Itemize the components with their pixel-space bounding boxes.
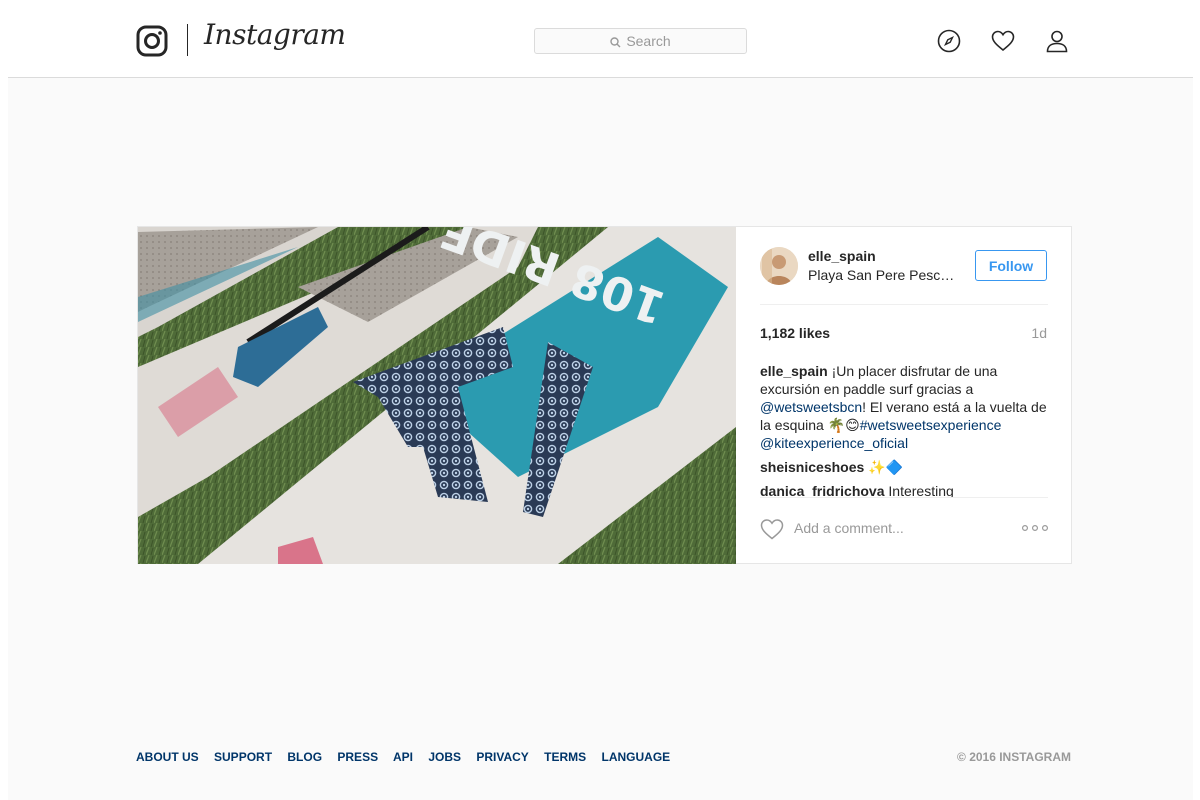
- divider: [760, 304, 1048, 305]
- search-placeholder: Search: [626, 33, 671, 49]
- footer-link-privacy[interactable]: PRIVACY: [476, 750, 528, 764]
- footer-link-blog[interactable]: BLOG: [287, 750, 322, 764]
- copyright: © 2016 INSTAGRAM: [957, 750, 1071, 764]
- footer-link-press[interactable]: PRESS: [337, 750, 378, 764]
- post-username[interactable]: elle_spain: [808, 248, 876, 264]
- like-heart-icon[interactable]: [760, 518, 784, 540]
- user-avatar-image: [760, 247, 798, 285]
- comment-item: danica_fridrichova Interesting: [760, 482, 1050, 497]
- search-icon: [610, 37, 621, 48]
- footer-link-language[interactable]: LANGUAGE: [602, 750, 671, 764]
- instagram-camera-icon[interactable]: [136, 25, 168, 57]
- caption-mention-2[interactable]: @kiteexperience_oficial: [760, 435, 908, 451]
- caption-username[interactable]: elle_spain: [760, 363, 828, 379]
- footer-nav: ABOUT US SUPPORT BLOG PRESS API JOBS PRI…: [136, 750, 682, 764]
- likes-count[interactable]: 1,182 likes: [760, 325, 830, 341]
- caption-hashtag[interactable]: #wetsweetsexperience: [860, 417, 1002, 433]
- instagram-wordmark[interactable]: Instagram: [204, 18, 346, 51]
- caption-mention-1[interactable]: @wetsweetsbcn: [760, 399, 862, 415]
- comment-username[interactable]: sheisniceshoes: [760, 459, 864, 475]
- logo-divider: [187, 24, 188, 56]
- paddle-boards-photo: 108 RIDE: [138, 227, 736, 564]
- caption: elle_spain ¡Un placer disfrutar de una e…: [760, 362, 1050, 452]
- add-comment-input[interactable]: [794, 520, 994, 536]
- post-location[interactable]: Playa San Pere Pescador: [808, 267, 960, 283]
- divider: [760, 497, 1048, 498]
- footer-link-support[interactable]: SUPPORT: [214, 750, 272, 764]
- post-age: 1d: [1031, 325, 1047, 341]
- comment-text: Interesting: [884, 483, 954, 497]
- post-photo[interactable]: 108 RIDE: [138, 227, 736, 564]
- top-nav-bar: Instagram Search: [8, 0, 1193, 78]
- post-card: 108 RIDE elle_spain Playa San Pere Pesca…: [137, 226, 1072, 564]
- post-sidebar: elle_spain Playa San Pere Pescador Follo…: [736, 227, 1072, 564]
- page-frame: Instagram Search 108 RIDE elle_spain Pla…: [8, 0, 1193, 800]
- profile-user-icon[interactable]: [1045, 29, 1069, 53]
- follow-button[interactable]: Follow: [975, 250, 1047, 281]
- footer-link-api[interactable]: API: [393, 750, 413, 764]
- avatar[interactable]: [760, 247, 798, 285]
- comment-item: sheisniceshoes ✨🔷: [760, 458, 1050, 476]
- footer-link-terms[interactable]: TERMS: [544, 750, 586, 764]
- more-options-icon[interactable]: [1022, 524, 1048, 532]
- comment-text: ✨🔷: [864, 459, 904, 475]
- footer-link-jobs[interactable]: JOBS: [428, 750, 461, 764]
- search-box[interactable]: Search: [534, 28, 747, 54]
- explore-compass-icon[interactable]: [937, 29, 961, 53]
- footer-link-about-us[interactable]: ABOUT US: [136, 750, 199, 764]
- comment-username[interactable]: danica_fridrichova: [760, 483, 885, 497]
- comments-list: elle_spain ¡Un placer disfrutar de una e…: [760, 362, 1050, 497]
- activity-heart-icon[interactable]: [991, 29, 1015, 53]
